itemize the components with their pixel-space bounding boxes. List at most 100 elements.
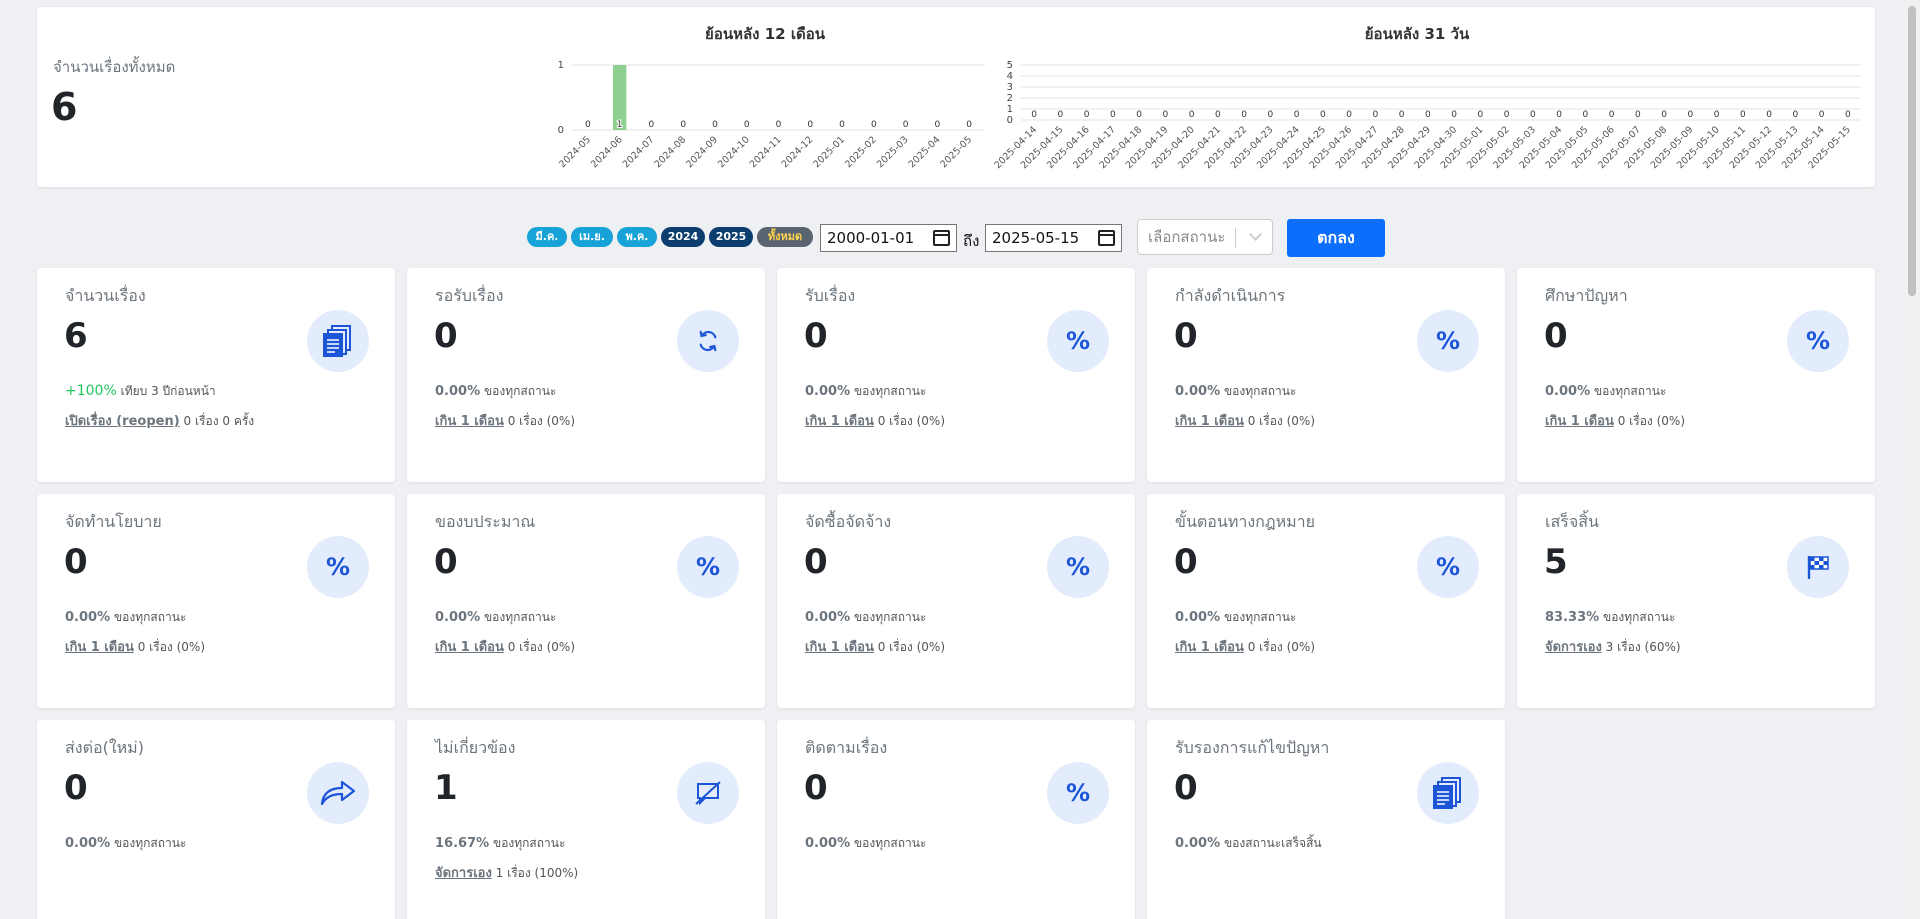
filter-pill[interactable]: มี.ค. bbox=[527, 227, 567, 247]
chart-31-days: 01234502025-04-1402025-04-1502025-04-160… bbox=[992, 60, 1861, 171]
calendar-icon[interactable] bbox=[1098, 230, 1115, 246]
date-to-input[interactable]: 2025-05-15 bbox=[985, 224, 1122, 252]
chart-data-label: 0 bbox=[1530, 110, 1536, 120]
chart-data-label: 0 bbox=[649, 120, 655, 130]
card-value: 0 bbox=[804, 768, 828, 808]
status-card[interactable]: รับเรื่อง 0% 0.00% ของทุกสถานะเกิน 1 เดือน… bbox=[777, 268, 1135, 482]
status-card[interactable]: ติดตามเรื่อง 0% 0.00% ของทุกสถานะ bbox=[777, 720, 1135, 919]
chart-data-label: 0 bbox=[1294, 110, 1300, 120]
card-detail-text: 0 เรื่อง (0%) bbox=[137, 640, 205, 654]
card-detail-link[interactable]: เกิน 1 เดือน bbox=[65, 640, 134, 655]
card-detail: เกิน 1 เดือน 0 เรื่อง (0%) bbox=[1545, 410, 1685, 431]
chart-x-tick: 2024-05 bbox=[557, 134, 593, 170]
chart-x-tick: 2024-07 bbox=[621, 134, 657, 170]
card-percentage-value: 0.00% bbox=[805, 836, 851, 851]
card-detail-text: 0 เรื่อง (0%) bbox=[1247, 640, 1315, 654]
chart-data-label: 0 bbox=[1373, 110, 1379, 120]
card-title: ศึกษาปัญหา bbox=[1545, 286, 1628, 305]
chart-x-tick: 2024-11 bbox=[748, 134, 784, 170]
chart-x-tick: 2025-01 bbox=[811, 134, 847, 170]
filter-pill[interactable]: 2024 bbox=[661, 227, 705, 247]
card-detail: เกิน 1 เดือน 0 เรื่อง (0%) bbox=[435, 636, 575, 657]
status-card[interactable]: เสร็จสิ้น 5 83.33% ของทุกสถานะ จัดการเอง 3 … bbox=[1517, 494, 1875, 708]
page-scrollbar[interactable] bbox=[1903, 0, 1920, 919]
card-detail: เกิน 1 เดือน 0 เรื่อง (0%) bbox=[435, 410, 575, 431]
card-percentage: 0.00% ของทุกสถานะ bbox=[435, 382, 556, 401]
card-percentage: 83.33% ของทุกสถานะ bbox=[1545, 608, 1675, 627]
chart-x-tick: 2025-03 bbox=[875, 134, 911, 170]
card-percentage-value: 0.00% bbox=[805, 384, 851, 399]
card-title: รับเรื่อง bbox=[805, 286, 856, 305]
card-percentage-value: 83.33% bbox=[1545, 610, 1600, 625]
chart-data-label: 0 bbox=[1661, 110, 1667, 120]
card-percentage: 0.00% ของทุกสถานะ bbox=[805, 834, 926, 853]
card-percentage-value: 0.00% bbox=[65, 610, 111, 625]
chart-data-label: 0 bbox=[1688, 110, 1694, 120]
status-card[interactable]: ขั้นตอนทางกฎหมาย 0% 0.00% ของทุกสถานะ เกิน … bbox=[1147, 494, 1505, 708]
status-card[interactable]: จำนวนเรื่อง 6 +100% เทียบ 3 ปีก่อนหน้า เปิด… bbox=[37, 268, 395, 482]
filter-pill[interactable]: 2025 bbox=[709, 227, 753, 247]
calendar-icon[interactable] bbox=[933, 230, 950, 246]
select-separator bbox=[1235, 228, 1236, 248]
chart-y-tick: 3 bbox=[1007, 82, 1013, 93]
card-percentage-label: ของทุกสถานะ bbox=[1602, 610, 1676, 624]
chart-x-tick: 2024-10 bbox=[716, 134, 752, 170]
card-title: เสร็จสิ้น bbox=[1545, 512, 1599, 531]
chart-x-tick: 2025-04 bbox=[907, 134, 943, 170]
card-percentage-label: ของสถานะเสร็จสิ้น bbox=[1223, 836, 1322, 850]
card-detail-link[interactable]: จัดการเอง bbox=[435, 866, 492, 881]
card-detail-link[interactable]: จัดการเอง bbox=[1545, 640, 1602, 655]
card-percentage: 0.00% ของทุกสถานะ bbox=[1545, 382, 1666, 401]
card-percentage: 0.00% ของทุกสถานะ bbox=[65, 834, 186, 853]
chart-data-label: 0 bbox=[744, 120, 750, 130]
chart-data-label: 0 bbox=[1478, 110, 1484, 120]
card-percentage: 0.00% ของทุกสถานะ bbox=[805, 382, 926, 401]
card-value: 0 bbox=[1174, 542, 1198, 582]
card-detail-link[interactable]: เกิน 1 เดือน bbox=[435, 640, 504, 655]
status-select[interactable]: เลือกสถานะ bbox=[1137, 219, 1273, 255]
card-percentage: 0.00% ของทุกสถานะ bbox=[805, 608, 926, 627]
card-value: 0 bbox=[804, 316, 828, 356]
filter-pill[interactable]: พ.ค. bbox=[617, 227, 657, 247]
chevron-down-icon[interactable] bbox=[1249, 228, 1262, 241]
filter-pill[interactable]: ทั้งหมด bbox=[757, 227, 813, 247]
status-card[interactable]: กำลังดำเนินการ 0% 0.00% ของทุกสถานะ เกิน 1 … bbox=[1147, 268, 1505, 482]
card-detail-link[interactable]: เปิดเรื่อง (reopen) bbox=[65, 414, 180, 429]
card-percentage-value: 0.00% bbox=[435, 384, 481, 399]
summary-card: จำนวนเรื่องทั้งหมด 6 ย้อนหลัง 12 เดือน 0… bbox=[37, 7, 1875, 187]
status-select-placeholder: เลือกสถานะ bbox=[1148, 228, 1226, 246]
chart-data-label: 0 bbox=[1740, 110, 1746, 120]
percent-icon: % bbox=[1047, 762, 1109, 824]
share-arrow-icon bbox=[307, 762, 369, 824]
ok-button[interactable]: ตกลง bbox=[1287, 219, 1385, 257]
status-card[interactable]: จัดทำนโยบาย 0% 0.00% ของทุกสถานะ เกิน 1 เดื… bbox=[37, 494, 395, 708]
card-detail-link[interactable]: เกิน 1 เดือน bbox=[1175, 640, 1244, 655]
percent-icon: % bbox=[1047, 310, 1109, 372]
card-detail-link[interactable]: เกิน 1 เดือน bbox=[435, 414, 504, 429]
card-percentage-label: ของทุกสถานะ bbox=[113, 610, 187, 624]
chart-data-label: 0 bbox=[1031, 110, 1037, 120]
status-card[interactable]: ของบประมาณ 0% 0.00% ของทุกสถานะ เกิน 1 เดือ… bbox=[407, 494, 765, 708]
status-card[interactable]: รอรับเรื่อง 0 0.00% ของทุกสถานะ เกิน 1 เดือ… bbox=[407, 268, 765, 482]
status-card[interactable]: ส่งต่อ(ใหม่) 0 0.00% ของทุกสถานะ bbox=[37, 720, 395, 919]
scrollbar-thumb[interactable] bbox=[1908, 6, 1916, 296]
chart-data-label: 0 bbox=[1609, 110, 1615, 120]
chart-data-label: 0 bbox=[966, 120, 972, 130]
card-percentage-value: +100% bbox=[65, 383, 117, 399]
filter-pill[interactable]: เม.ย. bbox=[571, 227, 613, 247]
card-detail-link[interactable]: เกิน 1 เดือน bbox=[805, 640, 874, 655]
card-detail-link[interactable]: เกิน 1 เดือน bbox=[1545, 414, 1614, 429]
status-card[interactable]: ศึกษาปัญหา 0% 0.00% ของทุกสถานะ เกิน 1 เดือ… bbox=[1517, 268, 1875, 482]
filter-bar: มี.ค. เม.ย. พ.ค. 2024 2025 ทั้งหมด 2000-01-01… bbox=[0, 219, 1920, 259]
date-from-input[interactable]: 2000-01-01 bbox=[820, 224, 957, 252]
status-card[interactable]: รับรองการแก้ไขปัญหา 0 0.00% ของสถานะเสร็จส… bbox=[1147, 720, 1505, 919]
chart-data-label: 0 bbox=[1845, 110, 1851, 120]
status-card[interactable]: ไม่เกี่ยวข้อง 1 16.67% ของทุกสถานะ จัดการเอ… bbox=[407, 720, 765, 919]
status-card[interactable]: จัดซื้อจัดจ้าง 0% 0.00% ของทุกสถานะ เกิน 1 … bbox=[777, 494, 1135, 708]
card-detail-link[interactable]: เกิน 1 เดือน bbox=[1175, 414, 1244, 429]
chart-data-label: 0 bbox=[1346, 110, 1352, 120]
date-from-value: 2000-01-01 bbox=[827, 229, 915, 247]
chart-data-label: 0 bbox=[585, 120, 591, 130]
card-detail: เกิน 1 เดือน 0 เรื่อง (0%) bbox=[805, 410, 945, 431]
card-detail-link[interactable]: เกิน 1 เดือน bbox=[805, 414, 874, 429]
